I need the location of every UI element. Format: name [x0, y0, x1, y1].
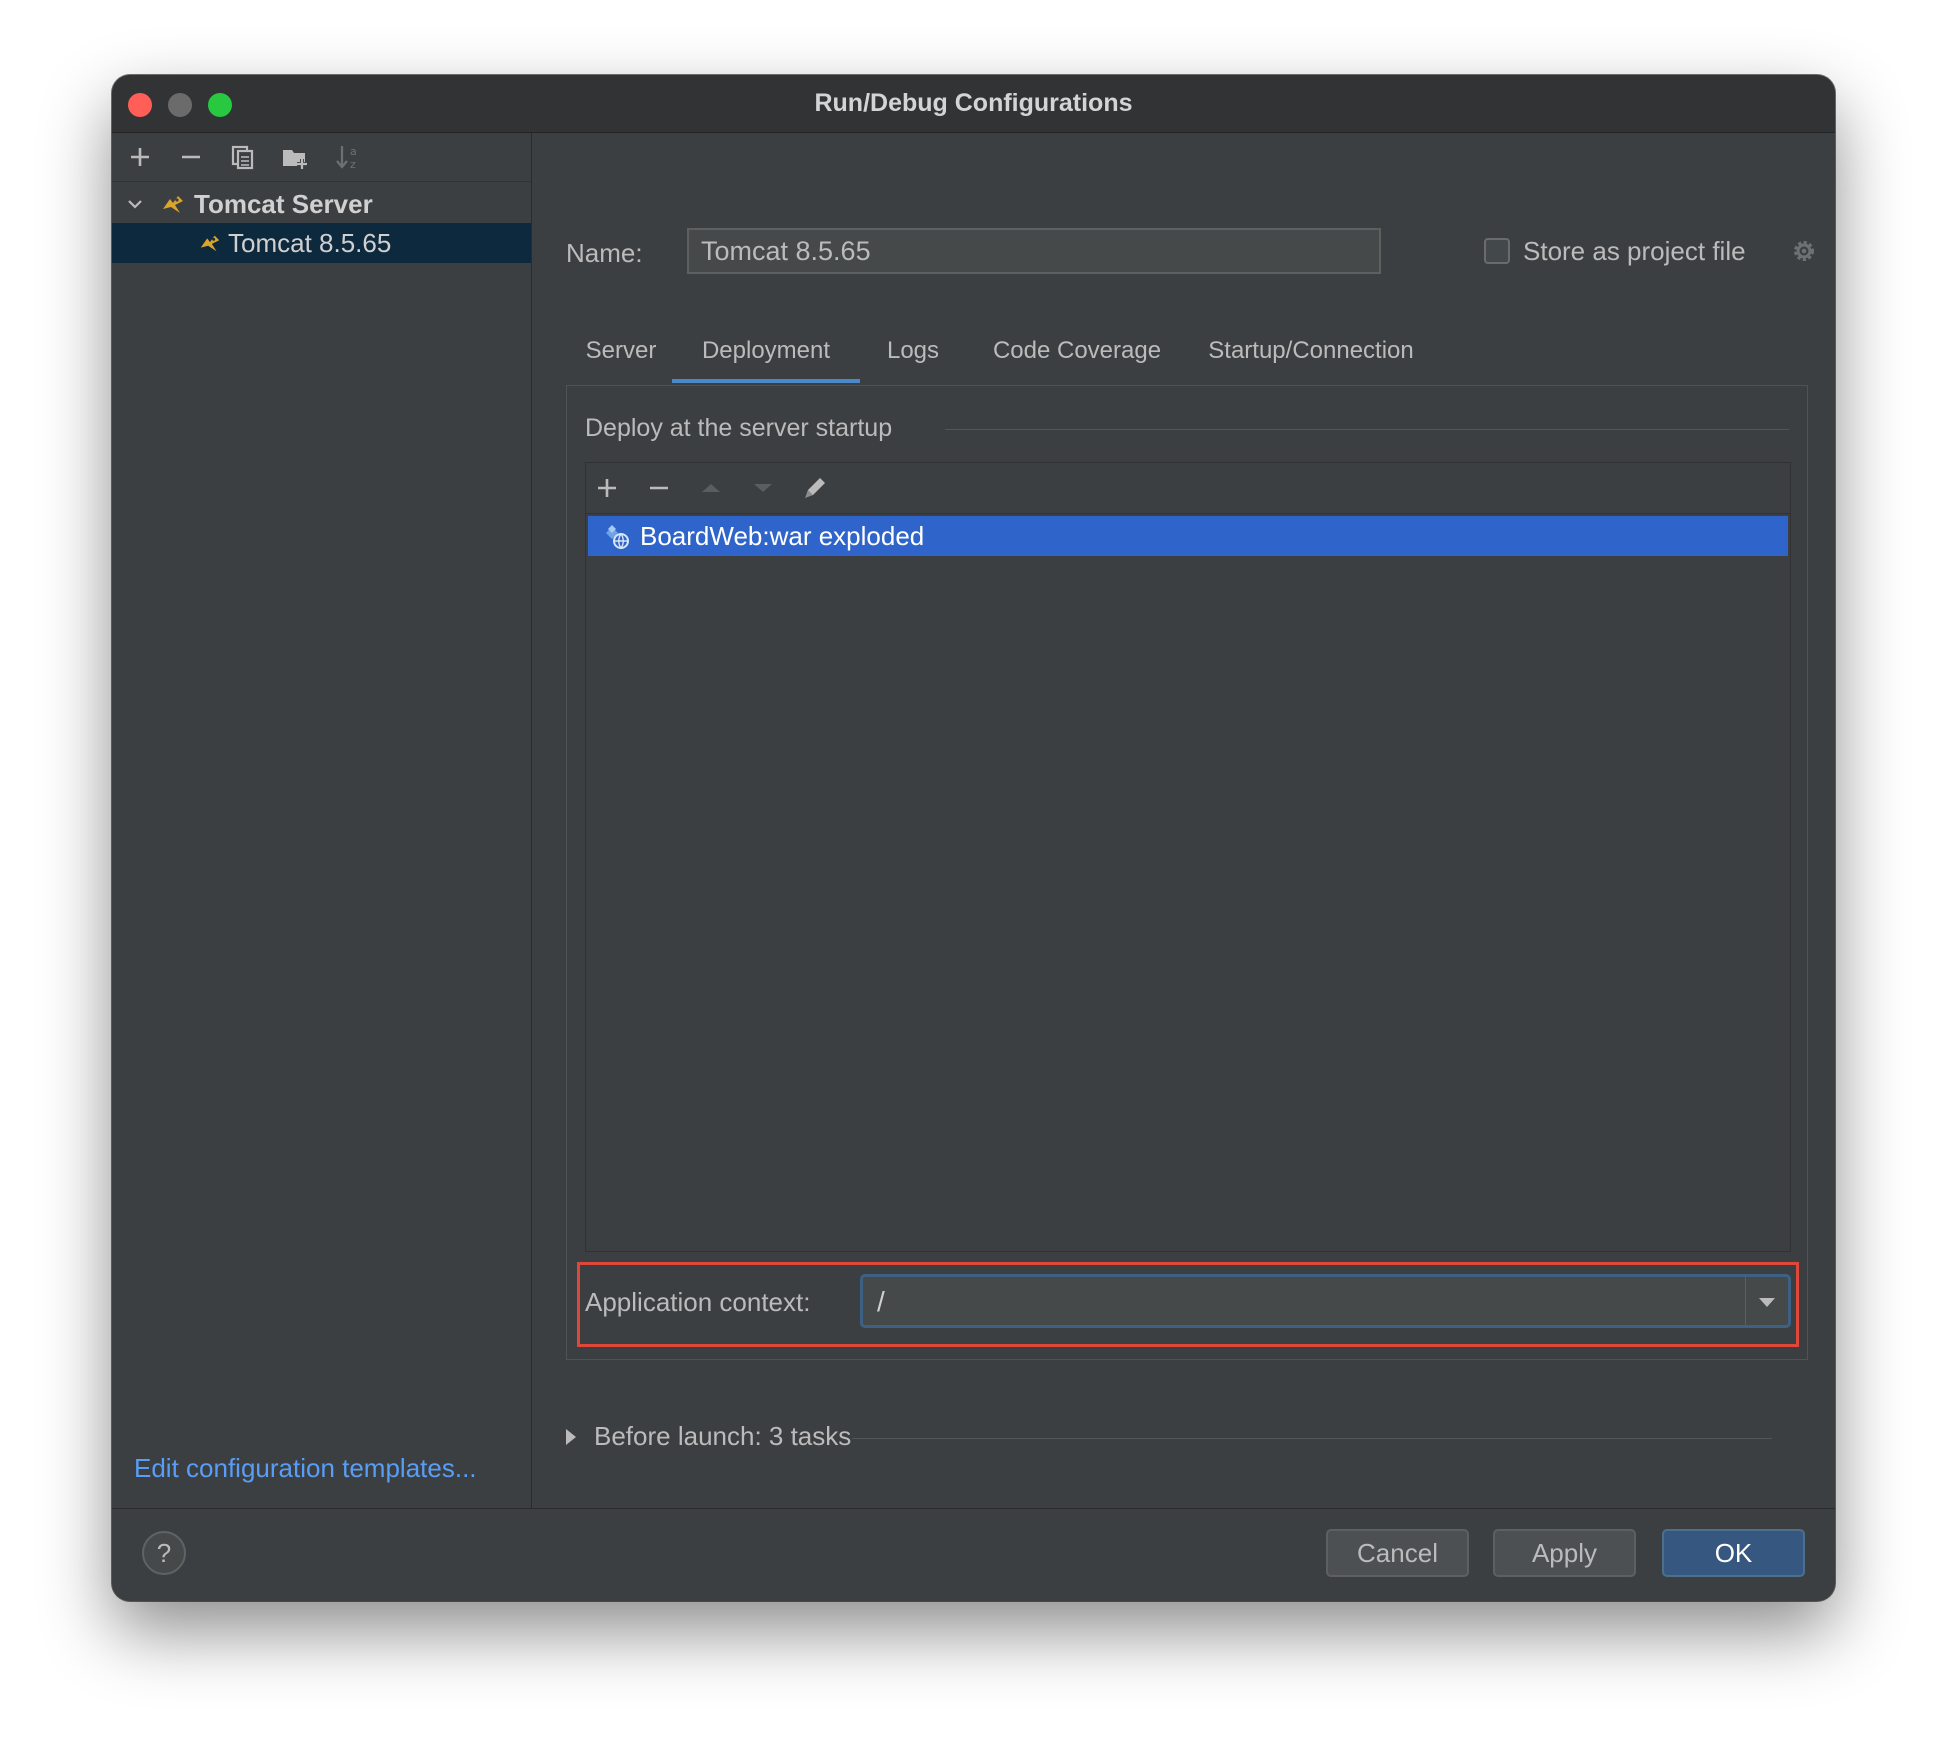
before-launch-label: Before launch: 3 tasks [594, 1421, 852, 1451]
move-down-button[interactable] [746, 471, 780, 505]
tab-startup-connection[interactable]: Startup/Connection [1188, 333, 1434, 383]
before-launch-toggle[interactable]: Before launch: 3 tasks [566, 1421, 851, 1452]
svg-text:a: a [350, 145, 357, 158]
chevron-down-icon[interactable] [126, 195, 144, 213]
add-icon [131, 148, 149, 166]
remove-artifact-button[interactable] [642, 471, 676, 505]
tab-logs[interactable]: Logs [860, 333, 966, 383]
before-launch-divider [852, 1438, 1772, 1439]
deployment-tab-panel: Deploy at the server startup BoardWeb:wa… [566, 385, 1808, 1360]
tomcat-icon [163, 196, 183, 213]
copy-configuration-button[interactable] [225, 139, 261, 175]
copy-icon [231, 145, 254, 170]
sort-configurations-button[interactable]: az [330, 139, 366, 175]
store-as-project-file-checkbox[interactable] [1484, 238, 1510, 264]
name-label: Name: [566, 238, 643, 268]
combo-divider [1745, 1277, 1746, 1325]
tree-group-tomcat-server[interactable]: Tomcat Server [112, 185, 531, 223]
remove-icon [182, 155, 200, 159]
dialog-footer: ? Cancel Apply OK [112, 1508, 1835, 1601]
edit-artifact-button[interactable] [798, 471, 832, 505]
tab-code-coverage[interactable]: Code Coverage [966, 333, 1188, 383]
deployment-toolbar [586, 463, 1790, 513]
tree-item-tomcat-8-5-65[interactable]: Tomcat 8.5.65 [112, 223, 531, 263]
deployment-list-container: BoardWeb:war exploded [585, 462, 1791, 1252]
move-into-folder-button[interactable] [277, 139, 313, 175]
add-artifact-button[interactable] [590, 471, 624, 505]
application-context-value[interactable]: / [877, 1286, 885, 1318]
edit-icon [805, 478, 825, 498]
window-title: Run/Debug Configurations [814, 89, 1133, 117]
web-artifact-icon [606, 525, 629, 549]
title-bar: Run/Debug Configurations [112, 75, 1835, 133]
store-settings-button[interactable] [1790, 237, 1818, 265]
svg-text:z: z [350, 158, 356, 171]
configuration-editor: Name: Tomcat 8.5.65 Store as project fil… [532, 133, 1835, 1508]
folder-add-icon [283, 150, 307, 169]
cancel-button[interactable]: Cancel [1326, 1529, 1469, 1577]
application-context-label: Application context: [585, 1287, 811, 1317]
chevron-right-icon[interactable] [566, 1428, 576, 1445]
add-icon [598, 479, 616, 497]
move-up-icon [702, 484, 720, 492]
list-item[interactable]: BoardWeb:war exploded [588, 516, 1788, 556]
section-divider [945, 429, 1789, 430]
tab-deployment[interactable]: Deployment [672, 333, 860, 383]
tab-server[interactable]: Server [570, 333, 672, 383]
sort-icon: az [336, 145, 357, 171]
tomcat-icon [200, 235, 220, 252]
artifact-label: BoardWeb:war exploded [640, 520, 925, 551]
move-down-icon [754, 484, 772, 492]
help-button[interactable]: ? [142, 1531, 186, 1575]
chevron-down-icon[interactable] [1756, 1291, 1778, 1313]
deploy-section-title: Deploy at the server startup [585, 414, 903, 443]
name-input[interactable]: Tomcat 8.5.65 [687, 228, 1381, 274]
tree-group-label: Tomcat Server [194, 188, 373, 219]
tree-item-label: Tomcat 8.5.65 [228, 227, 392, 258]
deployment-artifact-list: BoardWeb:war exploded [586, 513, 1790, 1251]
run-debug-configurations-dialog: Run/Debug Configurations az Tomcat Serve [112, 75, 1835, 1601]
configurations-sidebar: az Tomcat Server Tomcat 8.5.65 Edit conf… [112, 133, 532, 1508]
configurations-toolbar: az [112, 133, 531, 182]
gear-icon [1794, 241, 1814, 261]
edit-configuration-templates-link[interactable]: Edit configuration templates... [134, 1453, 477, 1484]
add-configuration-button[interactable] [122, 139, 158, 175]
store-as-project-file-label[interactable]: Store as project file [1523, 236, 1746, 267]
remove-icon [650, 486, 668, 490]
ok-button[interactable]: OK [1662, 1529, 1805, 1577]
remove-configuration-button[interactable] [173, 139, 209, 175]
application-context-combobox[interactable]: / [860, 1274, 1791, 1328]
move-up-button[interactable] [694, 471, 728, 505]
apply-button[interactable]: Apply [1493, 1529, 1636, 1577]
